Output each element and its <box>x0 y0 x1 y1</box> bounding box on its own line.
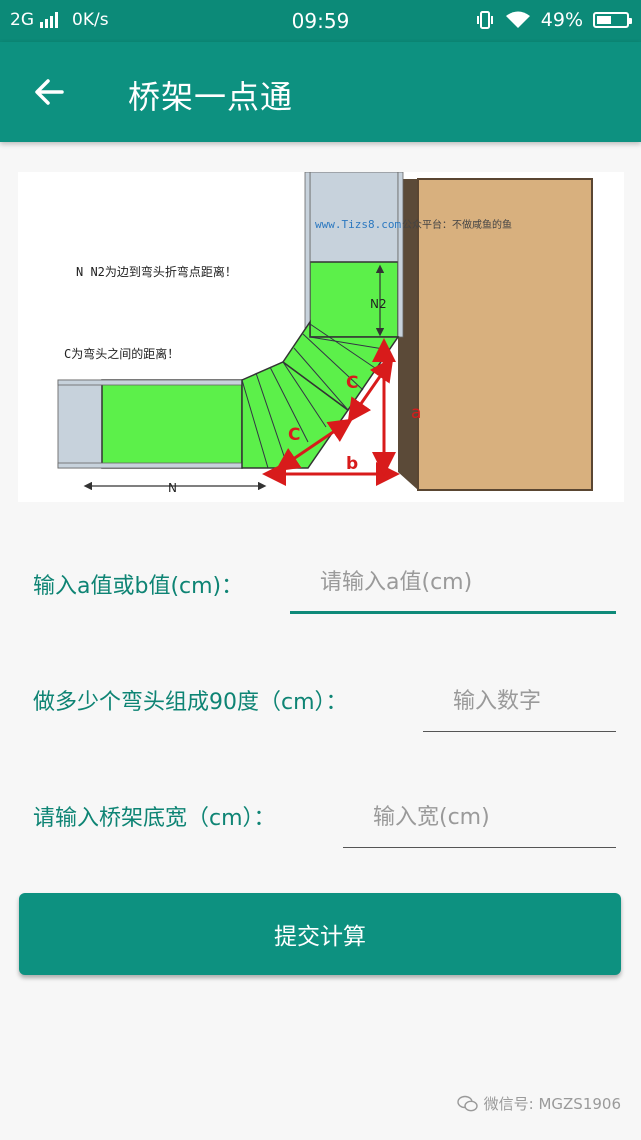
status-right: 49% <box>475 9 632 31</box>
watermark-url: www.Tizs8.com <box>315 218 401 231</box>
label-c-upper: C <box>346 373 358 393</box>
label-n2: N2 <box>370 297 387 311</box>
label-n: N <box>168 481 177 495</box>
note-n: N N2为边到弯头折弯点距离！ <box>76 264 237 279</box>
ab-value-input[interactable] <box>290 554 616 614</box>
status-bar: 2G 0K/s 09:59 49% <box>0 0 641 42</box>
cable-tray-diagram: www.Tizs8.com 公众平台：不做咸鱼的鱼 N N2为边到弯头折弯点距离… <box>18 172 624 502</box>
label-c-lower: C <box>288 425 300 445</box>
label-b: b <box>346 454 358 474</box>
back-arrow-icon[interactable] <box>32 75 66 109</box>
watermark-text: 公众平台：不做咸鱼的鱼 <box>402 218 512 231</box>
wechat-icon <box>456 1095 478 1111</box>
field-count-label: 做多少个弯头组成90度（cm）： <box>33 690 348 715</box>
app-bar: 桥架一点通 <box>0 42 641 142</box>
tray-width-input[interactable] <box>343 788 616 848</box>
elbow-count-input[interactable] <box>423 672 616 732</box>
battery-icon <box>593 12 632 28</box>
vibrate-icon <box>476 11 493 29</box>
wechat-watermark: 微信号: MGZS1906 <box>456 1093 621 1114</box>
wechat-id: 微信号: MGZS1906 <box>483 1095 621 1113</box>
page-title: 桥架一点通 <box>128 78 294 116</box>
field-ab-label: 输入a值或b值(cm)： <box>33 574 244 599</box>
label-a: a <box>411 403 421 423</box>
field-width-label: 请输入桥架底宽（cm）： <box>33 806 276 831</box>
wifi-icon <box>505 11 530 28</box>
battery-percent: 49% <box>540 9 583 31</box>
submit-button[interactable]: 提交计算 <box>19 893 621 975</box>
note-c: C为弯头之间的距离！ <box>64 346 179 361</box>
